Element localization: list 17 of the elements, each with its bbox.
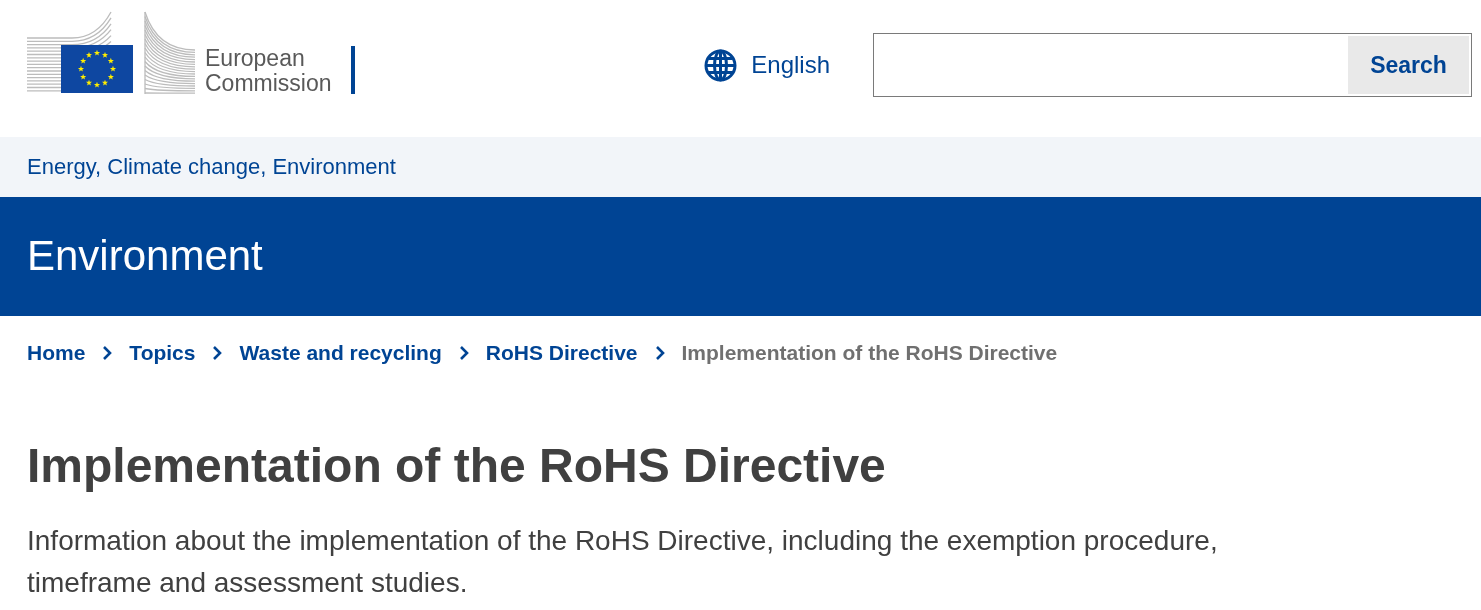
- breadcrumb-link[interactable]: RoHS Directive: [485, 341, 638, 364]
- breadcrumb-current-page: Implementation of the RoHS Directive: [681, 341, 1058, 364]
- banner-title: Environment: [27, 231, 263, 282]
- breadcrumb-link[interactable]: Topics: [129, 341, 196, 364]
- page-description: Information about the implementation of the RoHS Directive, including the exemption procedure, timeframe and assessment studies.: [27, 524, 1219, 600]
- chevron-right-icon: [654, 345, 665, 361]
- globe-icon: [704, 48, 738, 82]
- chevron-right-icon: [212, 345, 223, 361]
- language-link[interactable]: English: [704, 48, 830, 82]
- page-title: Implementation of the RoHS Directive: [27, 438, 887, 494]
- logo-text[interactable]: European Commission: [205, 46, 341, 96]
- logo-drawing[interactable]: [27, 10, 195, 96]
- chevron-right-icon: [458, 345, 469, 361]
- site-name-link[interactable]: Energy, Climate change, Environment: [27, 154, 396, 180]
- breadcrumb-link[interactable]: Home: [27, 341, 86, 364]
- breadcrumb-link[interactable]: Waste and recycling: [239, 341, 442, 364]
- chevron-right-icon: [102, 345, 113, 361]
